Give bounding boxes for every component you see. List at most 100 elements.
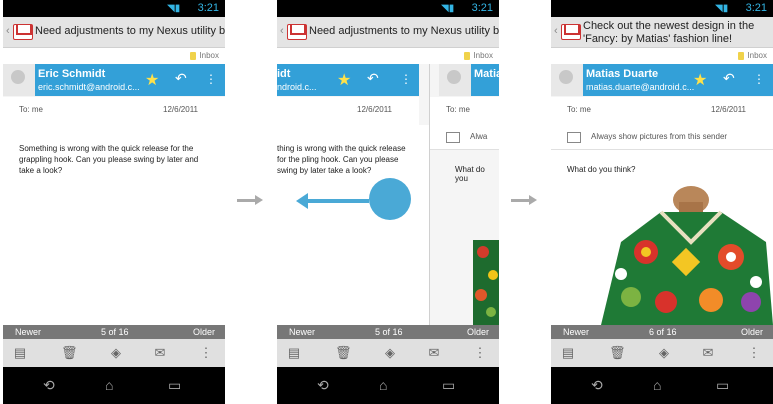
star-icon[interactable]: ★ bbox=[693, 70, 707, 90]
older-button[interactable]: Older bbox=[741, 327, 763, 337]
recents-icon[interactable]: ▭ bbox=[716, 377, 729, 394]
inbox-label[interactable]: Inbox bbox=[464, 51, 493, 60]
back-icon[interactable]: ⟲ bbox=[317, 377, 329, 394]
recipient-to: To: me bbox=[567, 105, 592, 114]
inbox-label[interactable]: Inbox bbox=[738, 51, 767, 60]
email-subject: Check out the newest design in the 'Fanc… bbox=[583, 20, 755, 45]
overflow-menu-icon[interactable]: ⋮ bbox=[199, 346, 213, 360]
avatar[interactable] bbox=[3, 64, 35, 96]
overflow-menu-icon[interactable]: ⋮ bbox=[473, 346, 487, 360]
message-text: thing is wrong with the quick release fo… bbox=[277, 144, 406, 175]
pagination-bar: Newer 5 of 16 Older bbox=[277, 325, 499, 339]
delete-icon[interactable]: 🗑 bbox=[335, 346, 352, 360]
sender-header: Matias Duarte matias.duarte@android.c...… bbox=[583, 64, 773, 96]
sender-name: Matias bbox=[474, 68, 499, 80]
email-date[interactable]: 12/6/2011 bbox=[163, 105, 198, 114]
recipient-to: To: me bbox=[446, 105, 471, 114]
inbox-label[interactable]: Inbox bbox=[190, 51, 219, 60]
message-text: Something is wrong with the quick releas… bbox=[19, 144, 199, 175]
status-time: 3:21 bbox=[197, 2, 219, 14]
archive-icon[interactable]: ▤ bbox=[561, 346, 575, 360]
arrow-right-icon bbox=[237, 195, 263, 205]
mark-unread-icon[interactable]: ✉ bbox=[701, 346, 715, 360]
status-time: 3:21 bbox=[745, 2, 767, 14]
shirt-image bbox=[473, 240, 499, 325]
status-time: 3:21 bbox=[471, 2, 493, 14]
reply-icon[interactable]: ↶ bbox=[175, 70, 187, 87]
status-bar: ◥▮ 3:21 bbox=[277, 0, 499, 17]
delete-icon[interactable]: 🗑 bbox=[609, 346, 626, 360]
mark-unread-icon[interactable]: ✉ bbox=[153, 346, 167, 360]
wifi-icon: ◥▮ bbox=[715, 3, 729, 14]
swipe-arrowhead bbox=[296, 193, 308, 209]
system-nav-bar: ⟲ ⌂ ▭ bbox=[551, 367, 773, 404]
recents-icon[interactable]: ▭ bbox=[442, 377, 455, 394]
archive-icon[interactable]: ▤ bbox=[13, 346, 27, 360]
show-pictures-row[interactable]: Alwa bbox=[430, 125, 499, 150]
newer-button[interactable]: Newer bbox=[289, 327, 315, 337]
label-icon[interactable]: ◈ bbox=[109, 346, 123, 360]
older-button[interactable]: Older bbox=[193, 327, 215, 337]
page-count: 5 of 16 bbox=[375, 327, 403, 337]
back-chevron-icon[interactable]: ‹ bbox=[6, 25, 10, 37]
status-bar: ◥▮ 3:21 bbox=[551, 0, 773, 17]
sender-name: Matias Duarte bbox=[586, 68, 659, 80]
home-icon[interactable]: ⌂ bbox=[653, 377, 661, 393]
page-count: 5 of 16 bbox=[101, 327, 129, 337]
overflow-menu-icon[interactable]: ⋮ bbox=[747, 346, 761, 360]
older-button[interactable]: Older bbox=[467, 327, 489, 337]
back-icon[interactable]: ⟲ bbox=[43, 377, 55, 394]
back-chevron-icon[interactable]: ‹ bbox=[280, 25, 284, 37]
home-icon[interactable]: ⌂ bbox=[105, 377, 113, 393]
recipient-row: 12/6/2011 bbox=[277, 97, 419, 125]
message-body: Something is wrong with the quick releas… bbox=[3, 125, 225, 325]
show-pictures-label[interactable]: Alwa bbox=[470, 132, 487, 141]
sender-header: Eric Schmidt eric.schmidt@android.c... ★… bbox=[35, 64, 225, 96]
label-row: Inbox bbox=[551, 48, 773, 64]
action-bar: ‹ Need adjustments to my Nexus utility b… bbox=[277, 17, 499, 48]
email-date[interactable]: 12/6/2011 bbox=[711, 105, 746, 114]
bottom-toolbar: ▤ 🗑 ◈ ✉ ⋮ bbox=[277, 339, 499, 367]
recipient-row: To: me 12/6/2011 bbox=[3, 97, 225, 125]
star-icon[interactable]: ★ bbox=[337, 70, 351, 90]
page-count: 6 of 16 bbox=[649, 327, 677, 337]
show-pictures-label[interactable]: Always show pictures from this sender bbox=[591, 132, 727, 141]
mark-unread-icon[interactable]: ✉ bbox=[427, 346, 441, 360]
reply-icon[interactable]: ↶ bbox=[367, 70, 379, 87]
avatar[interactable] bbox=[439, 64, 471, 96]
archive-icon[interactable]: ▤ bbox=[287, 346, 301, 360]
show-pictures-row[interactable]: Always show pictures from this sender bbox=[551, 125, 773, 150]
picture-icon bbox=[446, 132, 460, 143]
overflow-menu-icon[interactable]: ⋮ bbox=[400, 72, 412, 86]
star-icon[interactable]: ★ bbox=[145, 70, 159, 90]
label-icon[interactable]: ◈ bbox=[383, 346, 397, 360]
back-icon[interactable]: ⟲ bbox=[591, 377, 603, 394]
back-chevron-icon[interactable]: ‹ bbox=[554, 25, 558, 37]
recipient-to: To: me bbox=[19, 105, 44, 114]
reply-icon[interactable]: ↶ bbox=[723, 70, 735, 87]
overflow-menu-icon[interactable]: ⋮ bbox=[753, 72, 765, 86]
email-date[interactable]: 12/6/2011 bbox=[357, 105, 392, 114]
bottom-toolbar: ▤ 🗑 ◈ ✉ ⋮ bbox=[3, 339, 225, 367]
action-bar: ‹ Check out the newest design in the 'Fa… bbox=[551, 17, 773, 48]
email-subject: Need adjustments to my Nexus utility bel… bbox=[35, 25, 225, 37]
delete-icon[interactable]: 🗑 bbox=[61, 346, 78, 360]
home-icon[interactable]: ⌂ bbox=[379, 377, 387, 393]
wifi-icon: ◥▮ bbox=[441, 3, 455, 14]
newer-button[interactable]: Newer bbox=[563, 327, 589, 337]
label-icon[interactable]: ◈ bbox=[657, 346, 671, 360]
pagination-bar: Newer 6 of 16 Older bbox=[551, 325, 773, 339]
system-nav-bar: ⟲ ⌂ ▭ bbox=[3, 367, 225, 404]
gmail-icon[interactable] bbox=[287, 24, 307, 40]
recents-icon[interactable]: ▭ bbox=[168, 377, 181, 394]
avatar[interactable] bbox=[551, 64, 583, 96]
message-text: What do you think? bbox=[567, 165, 636, 174]
newer-button[interactable]: Newer bbox=[15, 327, 41, 337]
picture-icon bbox=[567, 132, 581, 143]
recipient-row: To: me bbox=[430, 97, 499, 125]
arrow-right-icon bbox=[511, 195, 537, 205]
gmail-icon[interactable] bbox=[13, 24, 33, 40]
bottom-toolbar: ▤ 🗑 ◈ ✉ ⋮ bbox=[551, 339, 773, 367]
overflow-menu-icon[interactable]: ⋮ bbox=[205, 72, 217, 86]
gmail-icon[interactable] bbox=[561, 24, 581, 40]
